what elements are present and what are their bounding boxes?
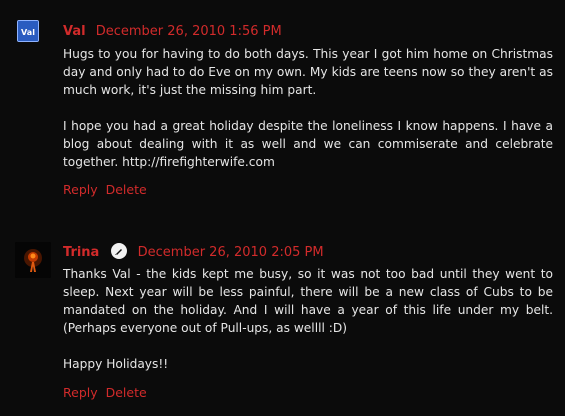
comment-actions: Reply Delete	[63, 182, 147, 198]
comment-actions: Reply Delete	[63, 385, 147, 401]
comment-paragraph: I hope you had a great holiday despite t…	[63, 119, 553, 169]
comment-body: Hugs to you for having to do both days. …	[63, 45, 553, 189]
comment-body: Thanks Val - the kids kept me busy, so i…	[63, 265, 553, 391]
comment-paragraph: Hugs to you for having to do both days. …	[63, 47, 553, 97]
comment-author[interactable]: Val	[63, 24, 86, 39]
pencil-icon	[111, 243, 128, 259]
svg-text:Val: Val	[21, 28, 35, 37]
avatar[interactable]	[15, 242, 51, 278]
comment-author[interactable]: Trina	[63, 245, 99, 260]
comment-header: Val December 26, 2010 1:56 PM	[63, 24, 282, 40]
comment-header: Trina December 26, 2010 2:05 PM	[63, 243, 324, 261]
comment-date[interactable]: December 26, 2010 2:05 PM	[138, 245, 324, 260]
reply-link[interactable]: Reply	[63, 182, 98, 197]
comment-date[interactable]: December 26, 2010 1:56 PM	[96, 24, 282, 39]
avatar[interactable]: Val	[17, 20, 39, 42]
profile-photo-icon	[15, 242, 51, 278]
comment-paragraph: Thanks Val - the kids kept me busy, so i…	[63, 267, 553, 335]
pencil-glyph-icon	[115, 249, 123, 255]
comment-paragraph: Happy Holidays!!	[63, 357, 169, 371]
reply-link[interactable]: Reply	[63, 385, 98, 400]
delete-link[interactable]: Delete	[106, 385, 147, 400]
delete-link[interactable]: Delete	[106, 182, 147, 197]
blogger-avatar-icon: Val	[18, 21, 38, 41]
